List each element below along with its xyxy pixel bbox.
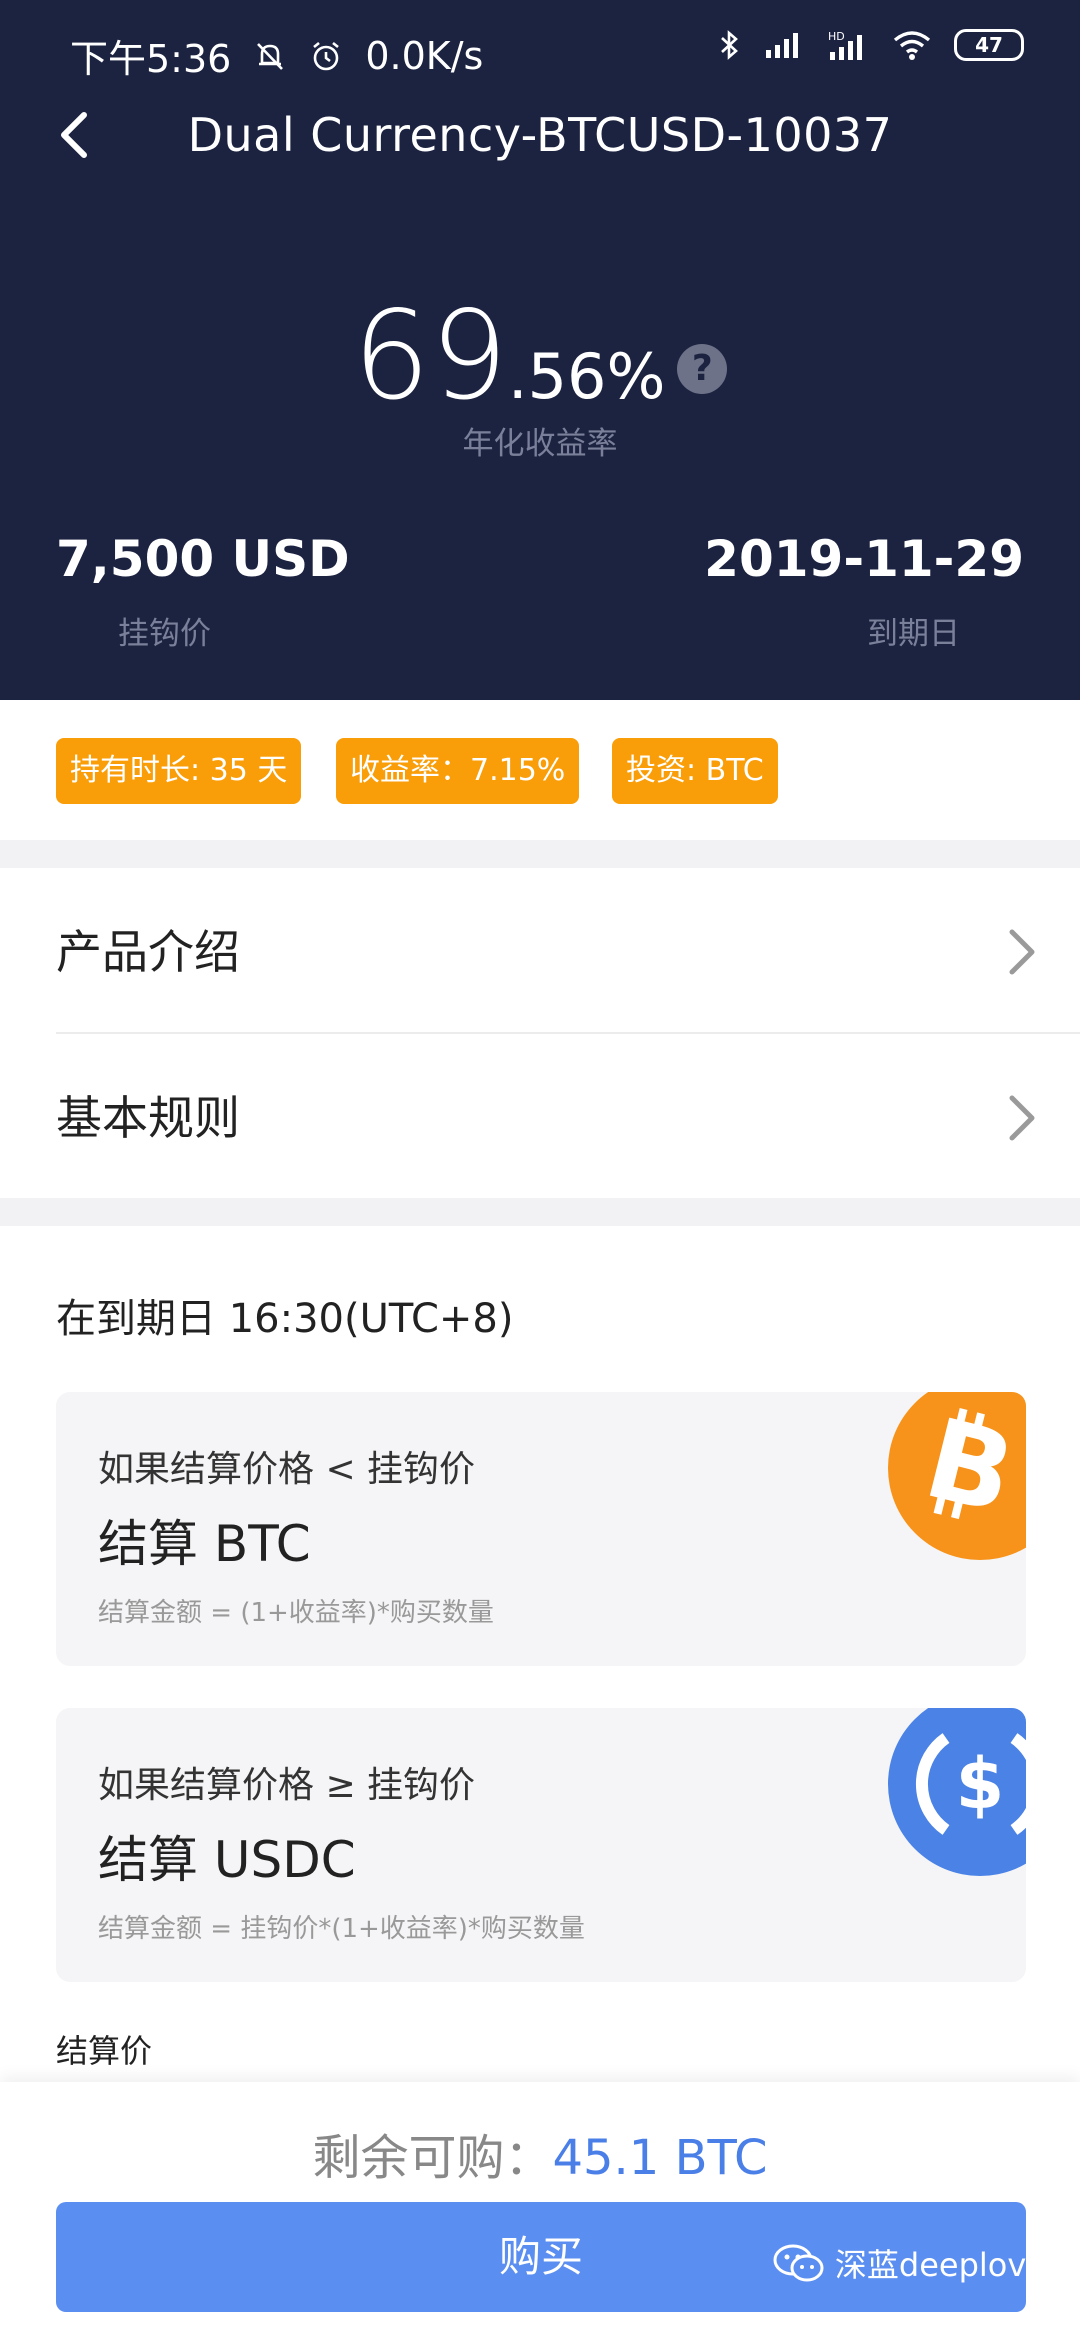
tag-duration: 持有时长: 35 天 [56, 738, 302, 804]
settlement-heading: 在到期日 16:30(UTC+8) [56, 1296, 514, 1342]
wechat-icon [773, 2244, 824, 2282]
bottom-bar: 剩余可购：45.1 BTC 购买 深蓝deeplove [0, 2082, 1080, 2340]
menu-item-product-intro[interactable]: 产品介绍 [0, 868, 1080, 1034]
tag-invest: 投资: BTC [612, 738, 778, 804]
menu-item-basic-rules[interactable]: 基本规则 [0, 1034, 1080, 1198]
rate-label: 年化收益率 [462, 426, 618, 462]
wifi-icon [893, 31, 931, 60]
net-speed: 0.0K/s [365, 33, 484, 78]
signal-hd-icon: HD [828, 30, 862, 60]
chevron-right-icon [1009, 929, 1035, 975]
alarm-icon [313, 41, 340, 70]
bell-off-icon [257, 42, 284, 70]
card-result: 结算 BTC [98, 1515, 311, 1573]
card-formula: 结算金额 = 挂钩价*(1+收益率)*购买数量 [98, 1914, 585, 1944]
tag-yield: 收益率：7.15% [336, 738, 580, 804]
watermark-text: 深蓝deeplove [834, 2246, 1046, 2284]
header: 下午5:36 0.0K/s HD 47 Dual Currency-BTCUSD… [0, 0, 1080, 700]
signal-icon [766, 33, 798, 58]
svg-text:$: $ [956, 1743, 1005, 1825]
expiry-date-label: 到期日 [867, 616, 960, 652]
bitcoin-icon: B [888, 1392, 1026, 1560]
chevron-right-icon [1009, 1095, 1035, 1141]
strike-price-label: 挂钩价 [118, 616, 211, 652]
card-condition: 如果结算价格 < 挂钩价 [98, 1449, 476, 1490]
annual-rate: 69.56%? [0, 285, 1080, 427]
tag-row: 持有时长: 35 天 收益率：7.15% 投资: BTC [0, 700, 1080, 840]
menu-item-label: 基本规则 [56, 1091, 240, 1145]
settlement-section: 在到期日 16:30(UTC+8) 如果结算价格 < 挂钩价 结算 BTC 结算… [0, 1226, 1080, 2086]
bluetooth-icon [721, 30, 738, 60]
strike-price-value: 7,500 USD [56, 530, 350, 588]
hd-label: HD [828, 30, 845, 43]
settle-price-label: 结算价 [56, 2032, 153, 2070]
help-icon[interactable]: ? [677, 344, 728, 394]
battery-level: 47 [975, 33, 1003, 57]
remaining-value: 45.1 BTC [552, 2130, 768, 2186]
remaining-label: 剩余可购： [312, 2130, 553, 2186]
rate-integer: 69 [352, 285, 508, 427]
usdc-icon: $ [888, 1708, 1026, 1876]
menu-item-label: 产品介绍 [56, 925, 240, 979]
status-bar: 下午5:36 0.0K/s HD 47 [0, 0, 1080, 100]
card-formula: 结算金额 = (1+收益率)*购买数量 [98, 1598, 494, 1628]
remaining-amount: 剩余可购：45.1 BTC [0, 2118, 1080, 2188]
battery-icon: 47 [954, 29, 1024, 61]
status-right: HD 47 [718, 28, 1024, 62]
status-left: 下午5:36 0.0K/s [70, 28, 483, 83]
settlement-card-usdc: 如果结算价格 ≥ 挂钩价 结算 USDC 结算金额 = 挂钩价*(1+收益率)*… [56, 1708, 1026, 1982]
status-time: 下午5:36 [70, 37, 232, 81]
page-title: Dual Currency-BTCUSD-10037 [187, 108, 893, 162]
rate-decimal: .56% [507, 340, 666, 413]
card-result: 结算 USDC [98, 1831, 356, 1889]
card-condition: 如果结算价格 ≥ 挂钩价 [98, 1765, 476, 1806]
settlement-card-btc: 如果结算价格 < 挂钩价 结算 BTC 结算金额 = (1+收益率)*购买数量 … [56, 1392, 1026, 1666]
expiry-date-value: 2019-11-29 [704, 530, 1024, 588]
menu-list: 产品介绍 基本规则 [0, 868, 1080, 1198]
watermark: 深蓝deeplove [773, 2240, 1046, 2286]
